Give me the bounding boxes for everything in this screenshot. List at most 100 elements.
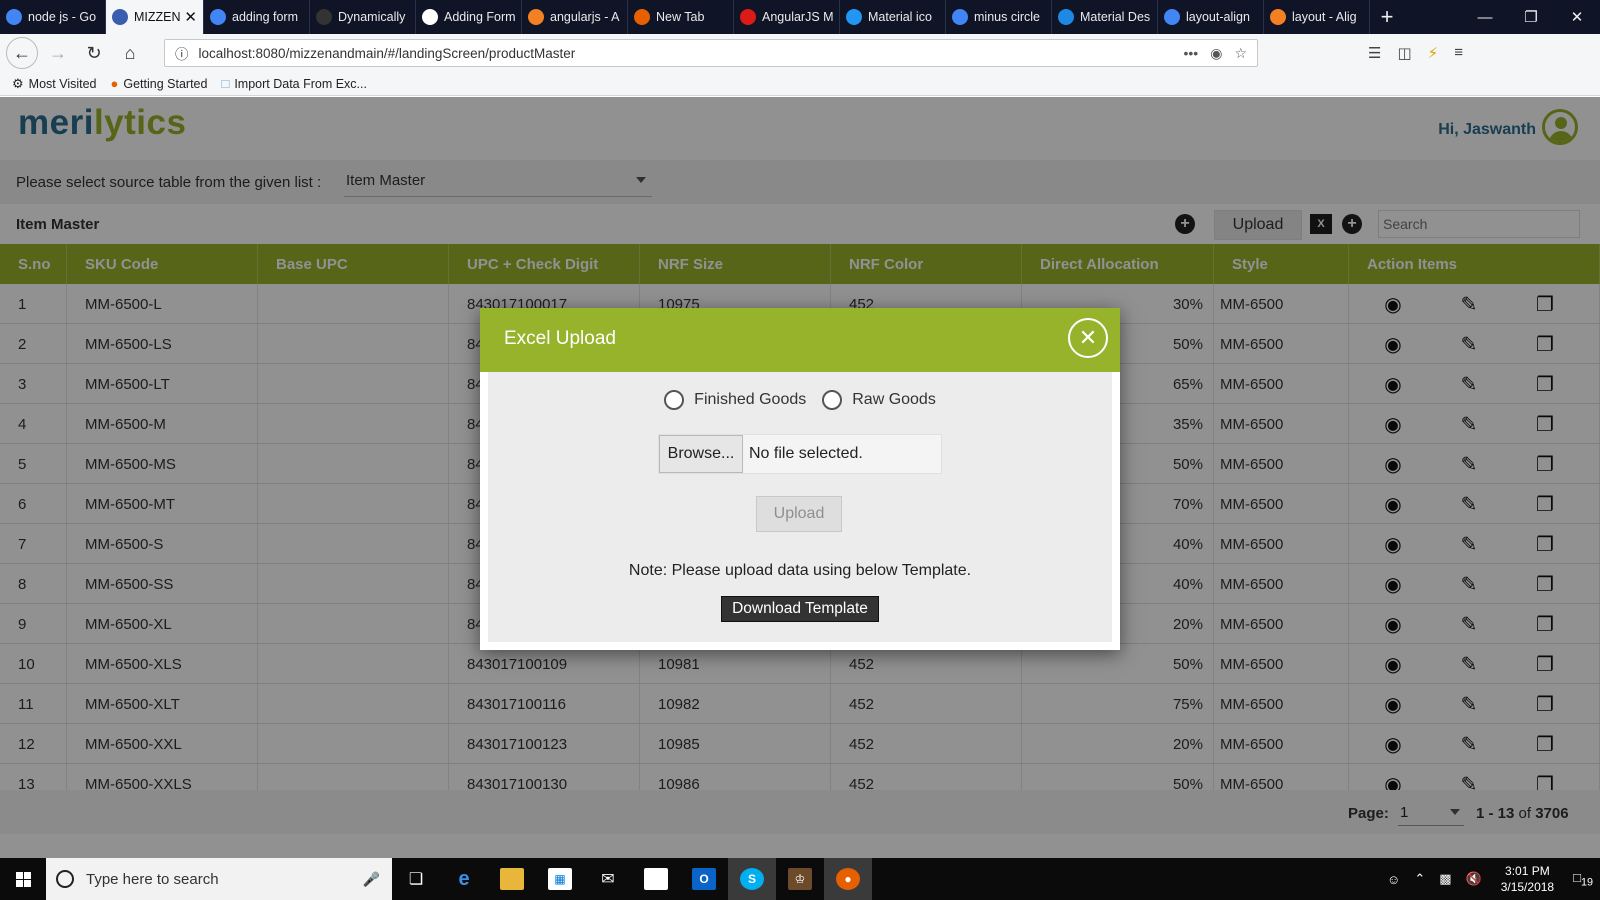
browser-tab[interactable]: Material Des bbox=[1052, 0, 1158, 34]
system-clock[interactable]: 3:01 PM 3/15/2018 bbox=[1501, 863, 1554, 895]
taskbar-search[interactable]: Type here to search 🎤 bbox=[46, 858, 392, 900]
merilytics-icon bbox=[112, 9, 128, 25]
taskbar-search-placeholder: Type here to search bbox=[86, 870, 219, 888]
close-tab-icon[interactable]: ✕ bbox=[184, 8, 197, 26]
template-note: Note: Please upload data using below Tem… bbox=[628, 562, 972, 579]
back-arrow-icon[interactable]: ← bbox=[6, 37, 38, 69]
page-actions-icon[interactable]: ••• bbox=[1184, 45, 1199, 61]
stackoverflow-icon bbox=[1270, 9, 1286, 25]
tab-label: Material ico bbox=[868, 10, 932, 24]
mail-icon[interactable]: ✉ bbox=[584, 858, 632, 900]
tab-label: Material Des bbox=[1080, 10, 1151, 24]
browser-tab[interactable]: MIZZEN ✕ bbox=[106, 0, 204, 34]
radio-circle-icon[interactable] bbox=[664, 390, 685, 410]
browser-tab[interactable]: minus circle bbox=[946, 0, 1052, 34]
radio-finished-goods[interactable]: Finished Goods bbox=[664, 390, 806, 410]
browser-tab[interactable]: adding form bbox=[204, 0, 310, 34]
browser-tab[interactable]: Material ico bbox=[840, 0, 946, 34]
google-icon bbox=[1164, 9, 1180, 25]
tab-label: MIZZEN bbox=[134, 10, 181, 24]
clock-date: 3/15/2018 bbox=[1500, 880, 1555, 894]
browser-tab[interactable]: Dynamically bbox=[310, 0, 416, 34]
tab-label: node js - Go bbox=[28, 10, 97, 24]
github-icon bbox=[316, 9, 332, 25]
tab-label: minus circle bbox=[974, 10, 1040, 24]
download-template-button[interactable]: Download Template bbox=[721, 596, 879, 622]
windows-start-icon[interactable] bbox=[0, 858, 46, 900]
outlook-icon[interactable]: O bbox=[680, 858, 728, 900]
file-input: Browse... No file selected. bbox=[658, 434, 942, 474]
stackoverflow-icon bbox=[528, 9, 544, 25]
bookmarks-toolbar: ⚙ Most Visited ● Getting Started □ Import D… bbox=[0, 72, 1600, 96]
skype-icon[interactable]: S bbox=[728, 858, 776, 900]
angular-icon bbox=[740, 9, 756, 25]
info-icon[interactable]: ⓘ bbox=[175, 43, 189, 63]
notification-count: 19 bbox=[1580, 876, 1593, 889]
browser-tab[interactable]: AngularJS M bbox=[734, 0, 840, 34]
window-controls: — ❐ ✕ bbox=[1462, 0, 1600, 34]
new-tab-button[interactable]: + bbox=[1370, 0, 1404, 34]
browser-tab[interactable]: angularjs - A bbox=[522, 0, 628, 34]
bookmark-label: Getting Started bbox=[123, 76, 208, 91]
forward-arrow-icon[interactable]: → bbox=[42, 37, 74, 69]
file-explorer-icon[interactable] bbox=[488, 858, 536, 900]
library-icon[interactable]: ☰ bbox=[1368, 44, 1381, 62]
tab-label: Adding Form bbox=[444, 10, 515, 24]
material-design-icon bbox=[1058, 9, 1074, 25]
pocket-icon[interactable]: ◉ bbox=[1210, 45, 1222, 62]
sticky-notes-icon[interactable] bbox=[632, 858, 680, 900]
reload-icon[interactable]: ↻ bbox=[78, 37, 110, 69]
browser-tab[interactable]: layout - Alig bbox=[1264, 0, 1370, 34]
dialog-upload-button[interactable]: Upload bbox=[756, 496, 842, 532]
clock-time: 3:01 PM bbox=[1505, 864, 1550, 878]
bookmark-icon bbox=[422, 9, 438, 25]
tab-label: layout - Alig bbox=[1292, 10, 1357, 24]
close-icon[interactable]: ✕ bbox=[1068, 318, 1108, 358]
tab-label: angularjs - A bbox=[550, 10, 620, 24]
browse-button[interactable]: Browse... bbox=[659, 435, 743, 473]
bookmark-star-icon[interactable]: ☆ bbox=[1234, 45, 1247, 62]
sidebar-icon[interactable]: ◫ bbox=[1397, 44, 1411, 62]
goods-type-radio-group: Finished Goods Raw Goods bbox=[488, 390, 1112, 410]
extension-icon[interactable]: ⚡ bbox=[1428, 44, 1439, 62]
people-icon[interactable]: ☺ bbox=[1387, 872, 1400, 887]
game-app-icon[interactable]: ♔ bbox=[776, 858, 824, 900]
google-icon bbox=[6, 9, 22, 25]
microphone-icon[interactable]: 🎤 bbox=[363, 871, 380, 888]
radio-circle-icon[interactable] bbox=[822, 390, 843, 410]
menu-icon[interactable]: ≡ bbox=[1454, 44, 1463, 62]
dialog-header: Excel Upload ✕ bbox=[480, 308, 1120, 372]
tab-label: New Tab bbox=[656, 10, 705, 24]
home-icon[interactable]: ⌂ bbox=[114, 37, 146, 69]
url-text[interactable]: localhost:8080/mizzenandmain/#/landingSc… bbox=[199, 46, 1172, 61]
browser-tab[interactable]: layout-align bbox=[1158, 0, 1264, 34]
radio-label: Raw Goods bbox=[852, 391, 936, 408]
bookmark-most-visited[interactable]: ⚙ Most Visited bbox=[12, 76, 97, 92]
browser-tab[interactable]: New Tab bbox=[628, 0, 734, 34]
notification-center-icon[interactable]: □19 bbox=[1573, 870, 1593, 889]
bookmark-label: Most Visited bbox=[28, 76, 97, 91]
address-bar[interactable]: ⓘ localhost:8080/mizzenandmain/#/landing… bbox=[164, 39, 1258, 67]
chevron-up-icon[interactable]: ⌃ bbox=[1414, 871, 1425, 887]
store-icon[interactable]: ▦ bbox=[536, 858, 584, 900]
maximize-icon[interactable]: ❐ bbox=[1508, 0, 1554, 34]
volume-muted-icon[interactable]: 🔇 bbox=[1466, 871, 1482, 887]
close-window-icon[interactable]: ✕ bbox=[1554, 0, 1600, 34]
task-view-icon[interactable]: ❏ bbox=[392, 858, 440, 900]
bookmark-getting-started[interactable]: ● Getting Started bbox=[111, 76, 208, 91]
radio-raw-goods[interactable]: Raw Goods bbox=[822, 390, 936, 410]
minimize-icon[interactable]: — bbox=[1462, 0, 1508, 34]
firefox-taskbar-icon[interactable]: ● bbox=[824, 858, 872, 900]
network-icon[interactable]: ▩ bbox=[1439, 871, 1451, 887]
browser-nav-bar: ← → ↻ ⌂ ⓘ localhost:8080/mizzenandmain/#… bbox=[0, 34, 1600, 72]
page-icon: □ bbox=[221, 76, 230, 91]
browser-tab[interactable]: Adding Form bbox=[416, 0, 522, 34]
browser-tab-strip: node js - Go MIZZEN ✕ adding form Dynamicall… bbox=[0, 0, 1600, 34]
bookmark-label: Import Data From Exc... bbox=[234, 76, 367, 91]
google-icon bbox=[952, 9, 968, 25]
browser-tab[interactable]: node js - Go bbox=[0, 0, 106, 34]
tab-label: Dynamically bbox=[338, 10, 406, 24]
material-icon bbox=[846, 9, 862, 25]
bookmark-import-data[interactable]: □ Import Data From Exc... bbox=[221, 76, 367, 91]
edge-icon[interactable]: e bbox=[440, 858, 488, 900]
